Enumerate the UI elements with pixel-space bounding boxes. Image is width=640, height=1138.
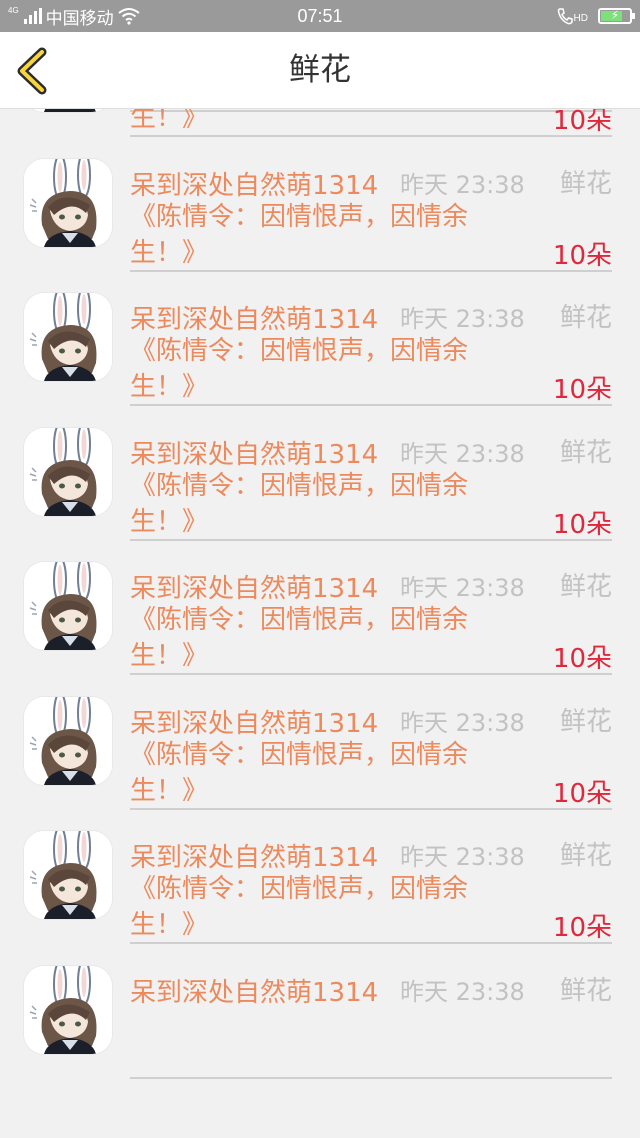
gift-type: 鲜花 bbox=[559, 841, 612, 871]
chevron-left-icon bbox=[17, 47, 47, 95]
gift-record-row[interactable]: 呆到深处自然萌1314 昨天 23:38 鲜花《陈情令：因情恨声，因情余生！》 10朵 bbox=[0, 139, 640, 273]
record-message: 《陈情令：因情恨声，因情余生！》 bbox=[130, 336, 469, 402]
avatar[interactable] bbox=[24, 158, 112, 247]
status-bar: 4G 中国移动 07:51 HD ⚡ bbox=[0, 0, 640, 32]
avatar-image bbox=[24, 562, 112, 650]
avatar-image bbox=[24, 965, 112, 1054]
avatar[interactable] bbox=[24, 562, 112, 650]
clock: 07:51 bbox=[297, 6, 343, 26]
avatar[interactable] bbox=[24, 831, 112, 919]
avatar-image bbox=[24, 293, 112, 381]
hd-label: HD bbox=[573, 13, 588, 24]
record-time: 昨天 23:38 bbox=[400, 708, 525, 737]
gift-type: 鲜花 bbox=[559, 437, 612, 468]
phone-icon bbox=[557, 8, 573, 25]
gift-type: 鲜花 bbox=[559, 303, 612, 333]
gift-record-row[interactable]: 呆到深处自然萌1314 昨天 23:38 鲜花《陈情令：因情恨声，因情余生！》 10朵 bbox=[0, 408, 640, 542]
gift-record-row[interactable]: 呆到深处自然萌1314 昨天 23:38 鲜花《陈情令：因情恨声，因情余生！》 10朵 bbox=[0, 677, 640, 811]
record-time: 昨天 23:38 bbox=[400, 843, 525, 871]
gift-type: 鲜花 bbox=[559, 168, 612, 199]
record-time: 昨天 23:38 bbox=[400, 977, 525, 1006]
row-divider bbox=[130, 807, 612, 810]
sender-name[interactable]: 呆到深处自然萌1314 bbox=[130, 703, 378, 740]
row-divider bbox=[130, 269, 612, 272]
row-divider bbox=[130, 135, 612, 137]
avatar[interactable] bbox=[24, 696, 112, 785]
gift-count: 10朵 bbox=[552, 644, 612, 674]
gift-record-row[interactable]: 呆到深处自然萌1314 昨天 23:38 鲜花《陈情令：因情恨声，因情余生！》 10朵 bbox=[0, 542, 640, 676]
row-divider bbox=[130, 404, 612, 406]
gift-record-row[interactable]: 呆到深处自然萌1314 昨天 23:38 鲜花《陈情令：因情恨声，因情余生！》 10朵 bbox=[0, 273, 640, 407]
record-message: 《陈情令：因情恨声，因情余生！》 bbox=[130, 739, 469, 806]
page-title: 鲜花 bbox=[289, 52, 351, 88]
avatar-image bbox=[24, 158, 112, 247]
gift-type: 鲜花 bbox=[559, 975, 612, 1006]
record-message: 《陈情令：因情恨声，因情余生！》 bbox=[130, 874, 469, 940]
gift-record-row[interactable]: 呆到深处自然萌1314 昨天 23:38 鲜花《陈情令：因情恨声，因情余生！》 10朵 bbox=[0, 811, 640, 945]
sender-name[interactable]: 呆到深处自然萌1314 bbox=[130, 299, 378, 336]
charging-icon: ⚡ bbox=[610, 8, 620, 22]
record-message: 《陈情令：因情恨声，因情余生！》 bbox=[130, 470, 469, 537]
record-time: 昨天 23:38 bbox=[400, 170, 525, 199]
avatar[interactable] bbox=[24, 965, 112, 1054]
sender-name[interactable]: 呆到深处自然萌1314 bbox=[130, 434, 378, 471]
row-divider bbox=[130, 538, 612, 541]
avatar[interactable] bbox=[24, 427, 112, 516]
record-message: 《陈情令：因情恨声，因情余生！》 bbox=[130, 605, 469, 671]
gift-record-list[interactable]: 生！》 10朵 呆到深处自然萌1314 昨天 23:38 鲜花 《陈情令：因情恨声，因情… bbox=[0, 0, 640, 1138]
avatar-image bbox=[24, 696, 112, 785]
sender-name[interactable]: 呆到深处自然萌1314 bbox=[130, 165, 378, 202]
battery-icon: ⚡ bbox=[598, 8, 635, 24]
record-time: 昨天 23:38 bbox=[400, 439, 525, 468]
gift-count: 10朵 bbox=[552, 913, 612, 943]
gift-record-row[interactable]: 呆到深处自然萌1314 昨天 23:38 鲜花 bbox=[0, 946, 640, 1080]
gift-count: 10朵 bbox=[552, 375, 612, 405]
avatar[interactable] bbox=[24, 293, 112, 381]
row-divider bbox=[130, 942, 612, 944]
gift-type: 鲜花 bbox=[559, 572, 612, 602]
record-message: 《陈情令：因情恨声，因情余生！》 bbox=[130, 201, 469, 268]
gift-count: 10朵 bbox=[552, 240, 612, 271]
sender-name[interactable]: 呆到深处自然萌1314 bbox=[130, 568, 378, 605]
record-time: 昨天 23:38 bbox=[400, 305, 525, 333]
record-time: 昨天 23:38 bbox=[400, 574, 525, 602]
row-divider bbox=[130, 1076, 612, 1079]
avatar-image bbox=[24, 427, 112, 516]
top-nav-bar: 鲜花 bbox=[0, 32, 640, 109]
gift-type: 鲜花 bbox=[559, 706, 612, 737]
avatar-image bbox=[24, 831, 112, 919]
sender-name[interactable]: 呆到深处自然萌1314 bbox=[130, 972, 378, 1009]
gift-count: 10朵 bbox=[552, 509, 612, 540]
gift-count: 10朵 bbox=[552, 778, 612, 809]
back-button[interactable] bbox=[12, 46, 56, 96]
hd-call-indicator: HD bbox=[557, 7, 588, 25]
sender-name[interactable]: 呆到深处自然萌1314 bbox=[130, 837, 378, 874]
row-divider bbox=[130, 673, 612, 675]
